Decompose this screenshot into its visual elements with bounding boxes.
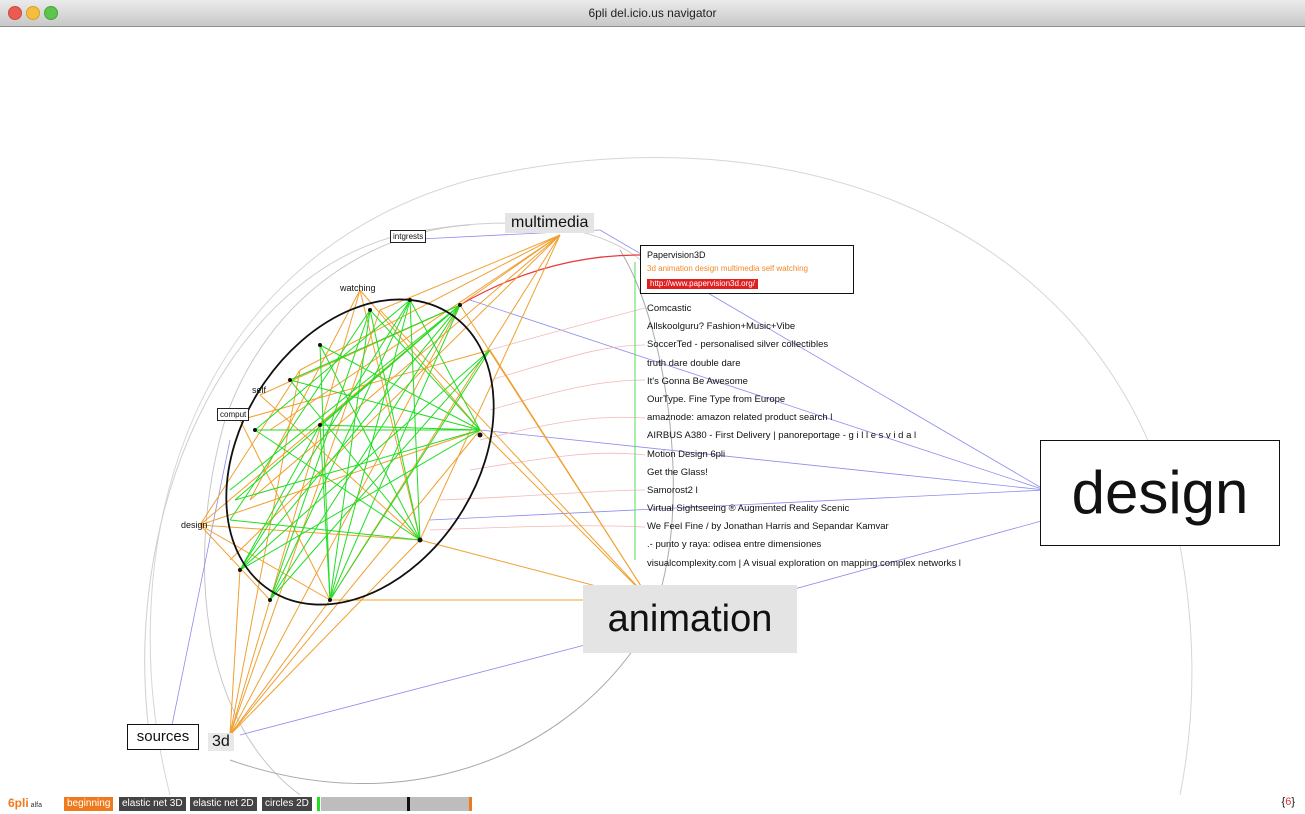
tag-multimedia[interactable]: multimedia <box>505 213 595 233</box>
timeline-slider[interactable] <box>321 797 469 811</box>
list-item[interactable]: Virtual Sightseeing ® Augmented Reality … <box>647 500 961 518</box>
list-item[interactable]: We Feel Fine / by Jonathan Harris and Se… <box>647 518 961 536</box>
list-item[interactable]: .- punto y raya: odisea entre dimensione… <box>647 536 961 554</box>
app-logo: 6pli alfa <box>8 796 42 810</box>
list-item[interactable]: Samorost2 l <box>647 482 961 500</box>
window-title: 6pli del.icio.us navigator <box>588 6 717 20</box>
bottom-toolbar: 6pli alfa beginning elastic net 3D elasti… <box>0 795 1305 814</box>
list-item[interactable]: It's Gonna Be Awesome <box>647 373 961 391</box>
tag-self[interactable]: self <box>252 385 266 395</box>
timeline-start-marker <box>317 797 320 811</box>
list-item[interactable]: Comcastic <box>647 300 961 318</box>
list-item[interactable]: SoccerTed - personalised silver collecti… <box>647 336 961 354</box>
tag-computer[interactable]: comput <box>217 408 250 421</box>
list-item[interactable]: OurType. Fine Type from Europe <box>647 391 961 409</box>
pink-edges <box>429 307 646 531</box>
tag-watching[interactable]: watching <box>340 283 376 293</box>
elastic-net-2d-button[interactable]: elastic net 2D <box>190 797 257 811</box>
list-item[interactable]: truth dare double dare <box>647 355 961 373</box>
tag-design-small[interactable]: design <box>181 520 208 530</box>
elastic-net-3d-button[interactable]: elastic net 3D <box>119 797 186 811</box>
six-pli-brace-icon[interactable]: {6} <box>1282 796 1296 808</box>
bookmark-popup: Papervision3D 3d animation design multim… <box>640 245 854 294</box>
popup-tags: 3d animation design multimedia self watc… <box>647 264 808 273</box>
list-item[interactable]: visualcomplexity.com | A visual explorat… <box>647 555 961 573</box>
tag-animation[interactable]: animation <box>583 585 797 653</box>
list-item[interactable]: AIRBUS A380 - First Delivery | panorepor… <box>647 427 961 445</box>
orange-edges <box>199 234 651 736</box>
timeline-handle[interactable] <box>407 797 410 811</box>
logo-suffix: alfa <box>30 802 42 809</box>
popup-link[interactable]: http://www.papervision3d.org/ <box>647 279 758 289</box>
logo-text: 6pli <box>8 796 29 810</box>
bookmark-list: Comcastic Allskoolguru? Fashion+Music+Vi… <box>647 300 961 573</box>
list-item[interactable]: Get the Glass! <box>647 464 961 482</box>
circles-2d-button[interactable]: circles 2D <box>262 797 312 811</box>
tag-design-focus[interactable]: design <box>1040 440 1280 546</box>
tag-3d[interactable]: 3d <box>208 733 234 751</box>
list-item[interactable]: amaznode: amazon related product search … <box>647 409 961 427</box>
list-item[interactable]: Motion Design 6pli <box>647 446 961 464</box>
list-item[interactable]: Allskoolguru? Fashion+Music+Vibe <box>647 318 961 336</box>
tag-sources[interactable]: sources <box>127 724 199 750</box>
popup-title: Papervision3D <box>647 250 706 260</box>
window-title-bar: 6pli del.icio.us navigator <box>0 0 1305 27</box>
green-edges <box>229 299 491 601</box>
orbit-curve-4 <box>229 249 674 785</box>
tag-interests[interactable]: intgrests <box>390 230 427 243</box>
timeline-end-marker <box>469 797 472 811</box>
brace-right: } <box>1291 796 1295 808</box>
beginning-button[interactable]: beginning <box>64 797 114 811</box>
